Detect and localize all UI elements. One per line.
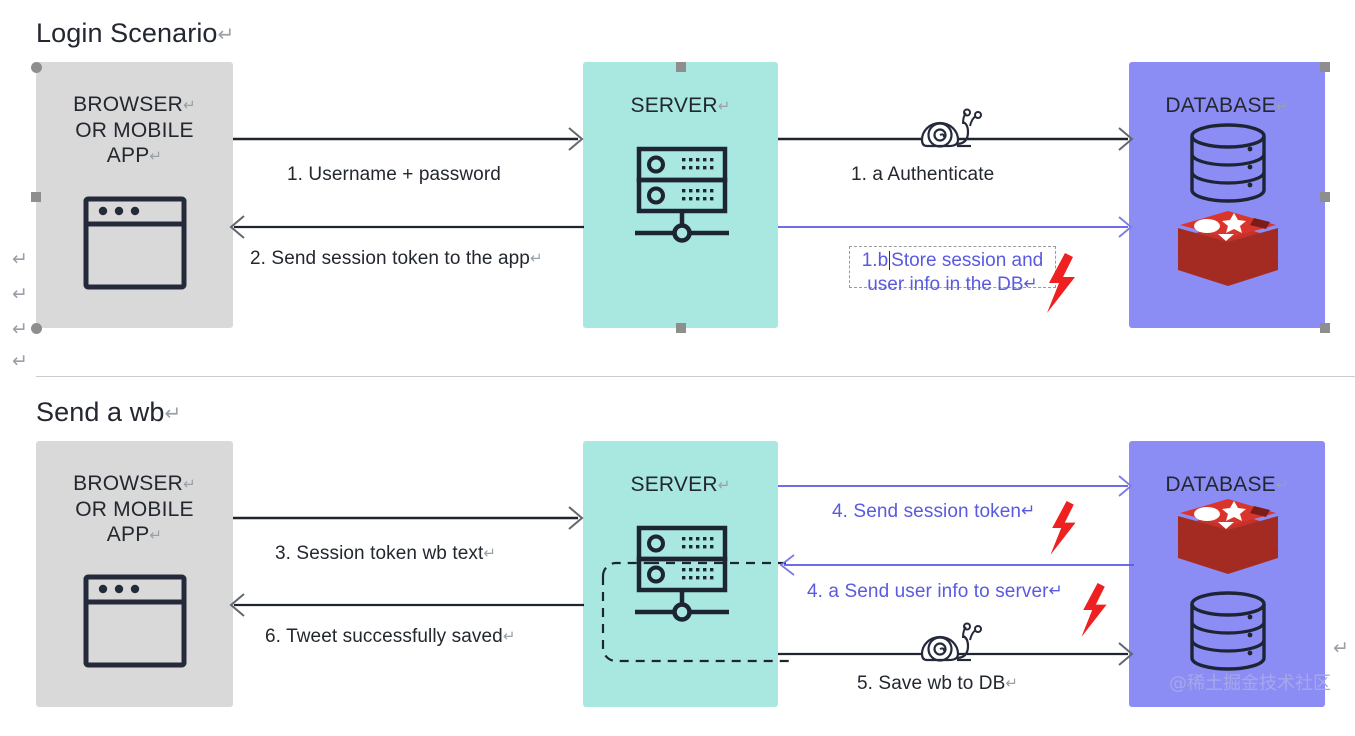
node-server[interactable]: SERVER↵ (583, 62, 778, 328)
arrow-4a-send-user-info (779, 554, 1134, 576)
section-title-send-wb: Send a wb↵ (36, 397, 181, 428)
return-mark-icon: ↵ (529, 250, 543, 267)
return-mark-icon: ↵ (1023, 274, 1038, 293)
arrow-3-session-token-wb-text (233, 506, 584, 530)
node-server-label-2: SERVER↵ (583, 472, 778, 498)
redis-logo-icon (1178, 499, 1278, 574)
return-mark-icon: ↵ (717, 98, 731, 115)
return-mark-icon: ↵ (1021, 501, 1036, 520)
snail-icon (920, 622, 982, 662)
node-server-label: SERVER↵ (583, 93, 778, 119)
browser-label-line3: APP (106, 144, 150, 167)
section-title-login: Login Scenario↵ (36, 18, 234, 49)
selection-handle-db-br[interactable] (1320, 323, 1330, 333)
selection-handle-ml[interactable] (31, 192, 41, 202)
arrow-5-label: 5. Save wb to DB↵ (857, 673, 1018, 695)
node-browser-mobile-app-2[interactable]: BROWSER↵ OR MOBILE APP↵ (36, 441, 233, 707)
arrow-4-send-session-token (778, 475, 1133, 497)
return-mark-icon: ↵ (1048, 581, 1063, 600)
node-database-label-2: DATABASE↵ (1129, 472, 1325, 498)
dashed-group-outline (601, 561, 790, 663)
arrow-1-label: 1. Username + password (287, 164, 501, 186)
arrow-1a-label-text: 1. a Authenticate (851, 164, 995, 185)
return-mark-icon: ↵ (149, 148, 163, 165)
selection-handle-db-tr[interactable] (1320, 62, 1330, 72)
return-mark-icon: ↵ (1275, 477, 1289, 494)
browser-label-line2: OR MOBILE (75, 498, 194, 521)
arrow-1b-store-session (778, 216, 1133, 238)
diagram-canvas: Login Scenario↵ BROWSER↵ OR MOBILE APP↵ … (0, 0, 1355, 736)
text-cursor (889, 251, 891, 270)
selection-handle-bl[interactable] (31, 323, 42, 334)
arrow-4-label: 4. Send session token↵ (832, 501, 1035, 523)
return-mark-icon: ↵ (183, 476, 196, 493)
node-browser-label: BROWSER↵ OR MOBILE APP↵ (36, 92, 233, 169)
return-mark-icon: ↵ (483, 545, 497, 562)
lightning-bolt-icon (1047, 253, 1075, 313)
return-mark-icon: ↵ (1333, 638, 1349, 659)
server-label-text: SERVER (630, 473, 718, 496)
arrow-4a-label: 4. a Send user info to server↵ (807, 581, 1063, 603)
selection-handle-db-mr[interactable] (1320, 192, 1330, 202)
arrow-2-label: 2. Send session token to the app↵ (250, 248, 543, 270)
browser-label-line1: BROWSER (73, 472, 184, 495)
return-mark-icon: ↵ (717, 477, 731, 494)
return-mark-icon: ↵ (12, 249, 28, 270)
redis-logo-icon (1178, 211, 1278, 286)
browser-label-line1: BROWSER (73, 93, 184, 116)
return-mark-icon: ↵ (1275, 98, 1289, 115)
node-database[interactable]: DATABASE↵ (1129, 62, 1325, 328)
node-browser-label-2: BROWSER↵ OR MOBILE APP↵ (36, 471, 233, 548)
lightning-bolt-icon (1081, 583, 1107, 637)
database-cylinder-icon (1190, 591, 1266, 671)
arrow-1a-label: 1. a Authenticate (851, 164, 994, 186)
return-mark-icon: ↵ (149, 527, 163, 544)
section-divider (36, 376, 1355, 377)
lightning-bolt-icon (1050, 501, 1076, 555)
callout-line2: user info in the DB (867, 274, 1024, 295)
watermark: @稀土掘金技术社区 (1169, 673, 1331, 694)
return-mark-icon: ↵ (164, 403, 182, 425)
arrow-4a-label-text: 4. a Send user info to server (807, 581, 1049, 602)
node-database-label: DATABASE↵ (1129, 93, 1325, 119)
return-mark-icon: ↵ (502, 628, 516, 645)
arrow-5-label-text: 5. Save wb to DB (857, 673, 1006, 694)
arrow-4-label-text: 4. Send session token (832, 501, 1022, 522)
selection-handle-server-bottom[interactable] (676, 323, 686, 333)
browser-window-icon (83, 574, 187, 668)
database-label-text: DATABASE (1165, 473, 1276, 496)
return-mark-icon: ↵ (183, 97, 196, 114)
arrow-6-label-text: 6. Tweet successfully saved (265, 626, 503, 647)
database-label-text: DATABASE (1165, 94, 1276, 117)
server-rack-icon (635, 146, 729, 243)
snail-icon (920, 108, 982, 148)
arrow-6-tweet-saved (229, 593, 584, 617)
return-mark-icon: ↵ (1005, 675, 1019, 692)
node-database-2[interactable]: DATABASE↵ @稀土掘金技术社区 (1129, 441, 1331, 707)
browser-window-icon (83, 196, 187, 290)
node-browser-mobile-app[interactable]: BROWSER↵ OR MOBILE APP↵ (36, 62, 233, 328)
section-title-send-wb-text: Send a wb (36, 397, 165, 427)
selection-handle-server-top[interactable] (676, 62, 686, 72)
return-mark-icon: ↵ (12, 319, 28, 340)
arrow-3-label-text: 3. Session token wb text (275, 543, 484, 564)
arrow-3-label: 3. Session token wb text↵ (275, 543, 496, 565)
browser-label-line2: OR MOBILE (75, 119, 194, 142)
callout-1b-store-session[interactable]: 1.b Store session and user info in the DB… (849, 246, 1056, 295)
arrow-2-label-text: 2. Send session token to the app (250, 248, 530, 269)
arrow-2-session-token (229, 215, 584, 239)
database-cylinder-icon (1190, 123, 1266, 203)
return-mark-icon: ↵ (12, 351, 28, 372)
arrow-1-label-text: 1. Username + password (287, 164, 501, 185)
callout-line1: Store session and (891, 250, 1044, 271)
arrow-6-label: 6. Tweet successfully saved↵ (265, 626, 516, 648)
section-title-login-text: Login Scenario (36, 18, 218, 48)
callout-prefix: 1.b (861, 250, 889, 271)
browser-label-line3: APP (106, 523, 150, 546)
return-mark-icon: ↵ (12, 284, 28, 305)
server-label-text: SERVER (630, 94, 718, 117)
selection-handle-tl[interactable] (31, 62, 42, 73)
arrow-1-username-password (233, 127, 584, 151)
return-mark-icon: ↵ (217, 24, 235, 46)
